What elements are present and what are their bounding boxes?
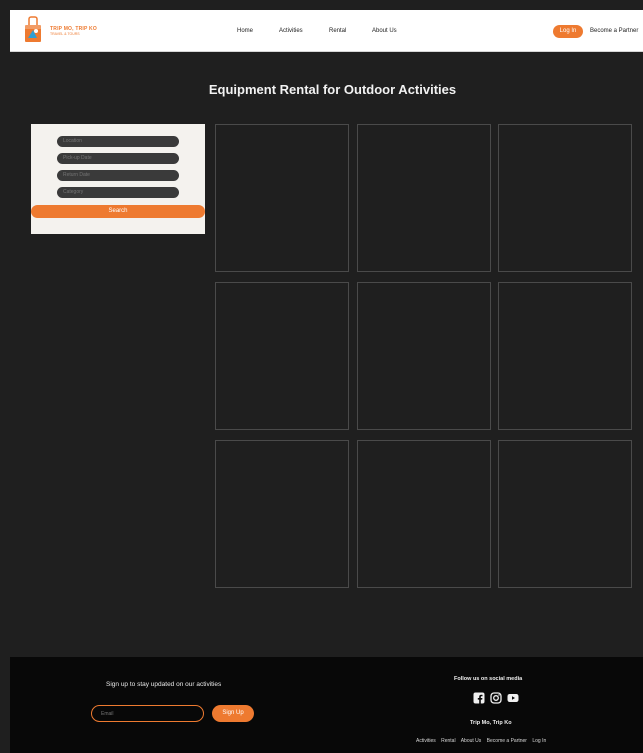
footer-link-activities[interactable]: Activities <box>416 738 436 744</box>
equipment-card[interactable] <box>215 440 349 588</box>
logo-subtext: TRAVEL & TOURS <box>50 32 80 36</box>
search-panel: Search <box>31 124 205 234</box>
footer: Sign up to stay updated on our activitie… <box>10 657 643 753</box>
footer-link-login[interactable]: Log In <box>532 738 546 744</box>
footer-links: Activities Rental About Us Become a Part… <box>416 738 550 744</box>
equipment-card[interactable] <box>215 282 349 430</box>
facebook-icon[interactable] <box>473 692 485 704</box>
signup-text: Sign up to stay updated on our activitie… <box>106 681 222 688</box>
nav-rental[interactable]: Rental <box>329 28 346 34</box>
equipment-card[interactable] <box>215 124 349 272</box>
return-date-input[interactable] <box>57 170 179 181</box>
instagram-icon[interactable] <box>490 692 502 704</box>
footer-link-about-us[interactable]: About Us <box>461 738 482 744</box>
page-title: Equipment Rental for Outdoor Activities <box>208 82 457 97</box>
logo-icon <box>25 16 41 42</box>
footer-brand: Trip Mo, Trip Ko <box>470 720 512 726</box>
signup-button[interactable]: Sign Up <box>212 705 254 722</box>
equipment-card[interactable] <box>498 440 632 588</box>
page: TRIP MO, TRIP KO TRAVEL & TOURS Home Act… <box>0 0 643 753</box>
footer-link-become-partner[interactable]: Become a Partner <box>487 738 527 744</box>
equipment-card[interactable] <box>357 282 491 430</box>
youtube-icon[interactable] <box>507 692 519 704</box>
category-input[interactable] <box>57 187 179 198</box>
follow-text: Follow us on social media <box>454 676 523 682</box>
header: TRIP MO, TRIP KO TRAVEL & TOURS Home Act… <box>10 10 643 52</box>
search-button[interactable]: Search <box>31 205 205 218</box>
become-partner-link[interactable]: Become a Partner <box>590 28 638 34</box>
pickup-date-input[interactable] <box>57 153 179 164</box>
email-input[interactable] <box>91 705 204 722</box>
equipment-card[interactable] <box>357 124 491 272</box>
location-input[interactable] <box>57 136 179 147</box>
equipment-card[interactable] <box>498 124 632 272</box>
equipment-card[interactable] <box>498 282 632 430</box>
equipment-card[interactable] <box>357 440 491 588</box>
nav-about-us[interactable]: About Us <box>372 28 397 34</box>
login-button[interactable]: Log In <box>553 25 583 38</box>
footer-link-rental[interactable]: Rental <box>441 738 455 744</box>
logo[interactable]: TRIP MO, TRIP KO TRAVEL & TOURS <box>24 16 104 46</box>
nav-activities[interactable]: Activities <box>279 28 303 34</box>
nav-home[interactable]: Home <box>237 28 253 34</box>
